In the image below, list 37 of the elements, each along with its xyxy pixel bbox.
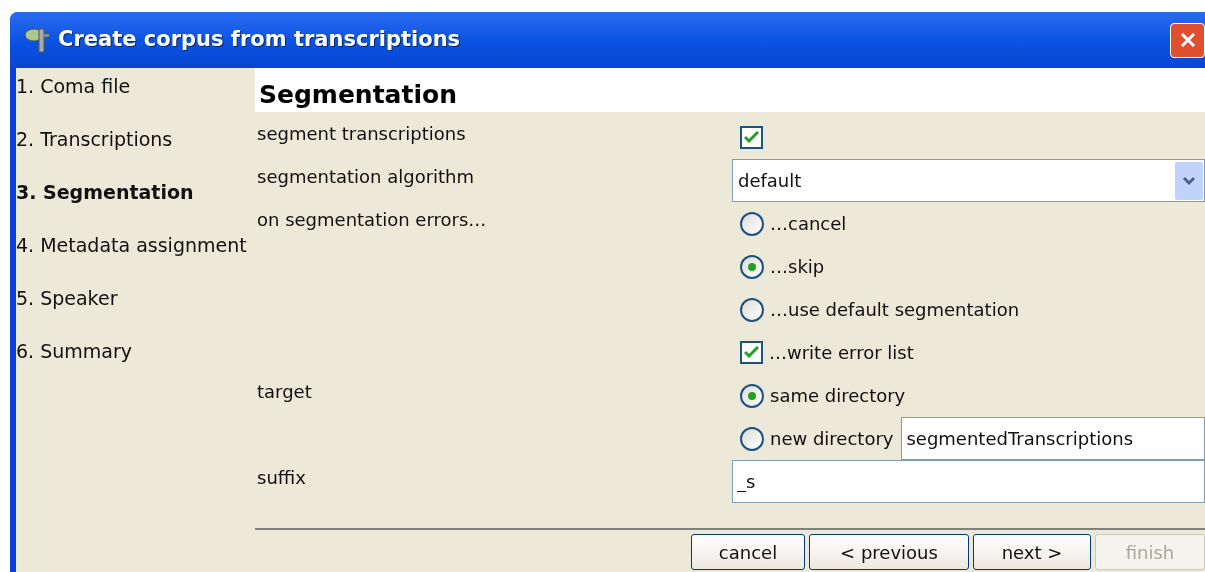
- wizard-step[interactable]: 1. Coma file: [16, 68, 255, 121]
- checkbox[interactable]: [740, 341, 763, 364]
- directory-field[interactable]: segmentedTranscriptions: [901, 417, 1205, 460]
- close-icon: [1178, 31, 1197, 49]
- checkbox[interactable]: [740, 126, 763, 149]
- checkbox-label: …write error list: [769, 341, 914, 365]
- algorithm-dropdown[interactable]: default: [732, 159, 1205, 202]
- checkmark-icon: [744, 346, 759, 359]
- radio-label: …cancel: [770, 212, 847, 236]
- suffix-field[interactable]: _s: [732, 460, 1205, 503]
- radio-button[interactable]: [740, 254, 764, 279]
- wizard-step[interactable]: 4. Metadata assignment: [16, 227, 255, 280]
- radio-label: …skip: [770, 255, 825, 279]
- wizard-button[interactable]: < previous: [809, 534, 969, 570]
- radio-label: …use default segmentation: [770, 298, 1020, 322]
- window-app-icon: [22, 26, 52, 54]
- radio-button[interactable]: [740, 426, 764, 451]
- window-title: Create corpus from transcriptions: [58, 26, 461, 54]
- radio-label: same directory: [770, 384, 906, 408]
- radio-button[interactable]: [740, 297, 764, 322]
- panel-heading: Segmentation: [255, 68, 1205, 112]
- field-label: on segmentation errors…: [257, 209, 487, 230]
- field-label: segmentation algorithm: [257, 166, 475, 187]
- wizard-step[interactable]: 2. Transcriptions: [16, 121, 255, 174]
- checkmark-icon: [744, 131, 759, 144]
- radio-button[interactable]: [740, 211, 764, 236]
- wizard-button[interactable]: cancel: [691, 534, 805, 570]
- wizard-step[interactable]: 5. Speaker: [16, 280, 255, 333]
- wizard-step[interactable]: 3. Segmentation: [16, 174, 255, 227]
- field-label: segment transcriptions: [257, 123, 466, 144]
- field-label: target: [257, 381, 312, 402]
- field-label: suffix: [257, 467, 306, 488]
- radio-button[interactable]: [740, 383, 764, 408]
- close-button[interactable]: [1170, 22, 1205, 58]
- wizard-step[interactable]: 6. Summary: [16, 333, 255, 386]
- wizard-button[interactable]: next >: [973, 534, 1091, 570]
- radio-label: new directory: [770, 427, 894, 451]
